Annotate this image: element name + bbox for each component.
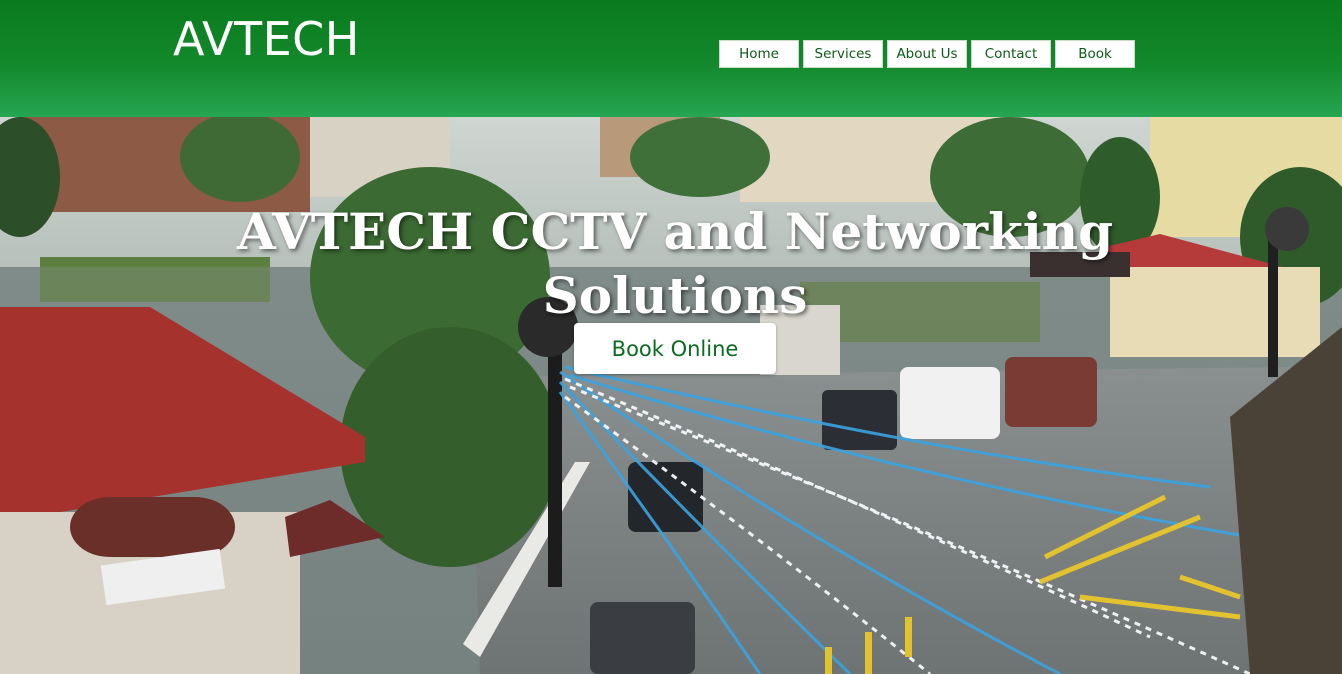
site-header: AVTECH Home Services About Us Contact Bo… bbox=[0, 0, 1342, 117]
nav-home[interactable]: Home bbox=[719, 40, 799, 68]
nav-about-us[interactable]: About Us bbox=[887, 40, 967, 68]
nav-contact[interactable]: Contact bbox=[971, 40, 1051, 68]
main-nav: Home Services About Us Contact Book bbox=[719, 40, 1135, 68]
hero-section: AVTECH CCTV and Networking Solutions Boo… bbox=[0, 117, 1342, 674]
nav-book[interactable]: Book bbox=[1055, 40, 1135, 68]
nav-services[interactable]: Services bbox=[803, 40, 883, 68]
book-online-button[interactable]: Book Online bbox=[574, 323, 776, 374]
site-logo[interactable]: AVTECH bbox=[173, 13, 360, 65]
hero-title: AVTECH CCTV and Networking Solutions bbox=[236, 202, 1114, 325]
